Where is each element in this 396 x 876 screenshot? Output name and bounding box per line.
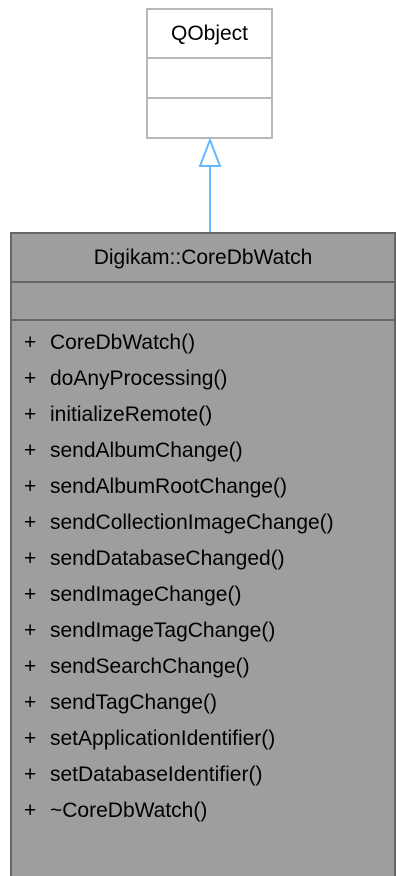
method-item[interactable]: + setDatabaseIdentifier() — [12, 757, 394, 793]
class-name: Digikam::CoreDbWatch — [12, 234, 394, 283]
methods-list: + CoreDbWatch() + doAnyProcessing() + initial… — [12, 321, 394, 829]
method-name: sendCollectionImageChange() — [50, 511, 334, 534]
visibility-marker: + — [24, 475, 37, 498]
visibility-marker: + — [24, 763, 37, 786]
visibility-marker: + — [24, 619, 37, 642]
visibility-marker: + — [24, 403, 37, 426]
method-name: sendAlbumRootChange() — [50, 475, 287, 498]
class-box[interactable]: Digikam::CoreDbWatch + CoreDbWatch() + doAn… — [10, 232, 396, 876]
visibility-marker: + — [24, 691, 37, 714]
method-item[interactable]: + setApplicationIdentifier() — [12, 721, 394, 757]
visibility-marker: + — [24, 331, 37, 354]
visibility-marker: + — [24, 583, 37, 606]
method-name: doAnyProcessing() — [50, 367, 228, 390]
method-item[interactable]: + sendSearchChange() — [12, 649, 394, 685]
method-name: initializeRemote() — [50, 403, 213, 426]
method-name: sendDatabaseChanged() — [50, 547, 285, 570]
visibility-marker: + — [24, 511, 37, 534]
method-item[interactable]: + sendAlbumChange() — [12, 433, 394, 469]
visibility-marker: + — [24, 547, 37, 570]
method-item[interactable]: + sendTagChange() — [12, 685, 394, 721]
method-item[interactable]: + CoreDbWatch() — [12, 325, 394, 361]
method-item[interactable]: + sendAlbumRootChange() — [12, 469, 394, 505]
method-item[interactable]: + ~CoreDbWatch() — [12, 793, 394, 829]
method-name: setApplicationIdentifier() — [50, 727, 276, 750]
method-name: sendSearchChange() — [50, 655, 250, 678]
method-name: ~CoreDbWatch() — [50, 799, 208, 822]
visibility-marker: + — [24, 727, 37, 750]
method-item[interactable]: + sendImageChange() — [12, 577, 394, 613]
method-name: setDatabaseIdentifier() — [50, 763, 263, 786]
method-name: sendImageChange() — [50, 583, 242, 606]
inheritance-arrowhead-icon — [198, 137, 222, 167]
method-name: sendTagChange() — [50, 691, 217, 714]
visibility-marker: + — [24, 439, 37, 462]
visibility-marker: + — [24, 799, 37, 822]
method-item[interactable]: + initializeRemote() — [12, 397, 394, 433]
method-name: sendAlbumChange() — [50, 439, 243, 462]
visibility-marker: + — [24, 655, 37, 678]
method-name: sendImageTagChange() — [50, 619, 276, 642]
method-name: CoreDbWatch() — [50, 331, 196, 354]
method-item[interactable]: + sendImageTagChange() — [12, 613, 394, 649]
method-item[interactable]: + sendCollectionImageChange() — [12, 505, 394, 541]
attributes-section — [12, 283, 394, 321]
inheritance-arrow — [198, 137, 222, 233]
visibility-marker: + — [24, 367, 37, 390]
method-item[interactable]: + doAnyProcessing() — [12, 361, 394, 397]
method-item[interactable]: + sendDatabaseChanged() — [12, 541, 394, 577]
